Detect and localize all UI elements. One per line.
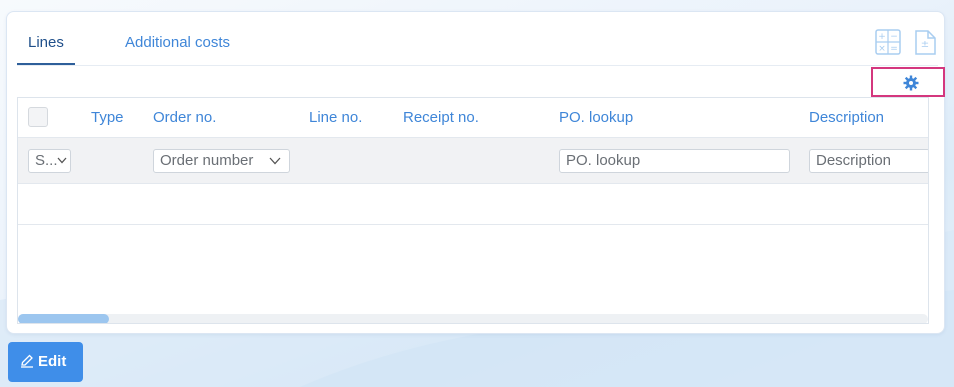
pencil-icon [21,354,33,368]
column-header-description[interactable]: Description [809,109,884,126]
column-header-line-no[interactable]: Line no. [309,109,362,126]
column-header-order-no[interactable]: Order no. [153,109,216,126]
horizontal-scrollbar[interactable] [18,314,928,323]
scrollbar-thumb[interactable] [18,314,109,323]
select-all-checkbox[interactable] [28,107,48,127]
column-header-receipt-no[interactable]: Receipt no. [403,109,479,126]
edit-button-label: Edit [38,353,67,370]
type-filter-value: S... [35,152,58,169]
lines-panel: Lines Additional costs + − × = ± Type Or… [6,11,945,334]
svg-text:−: − [890,32,898,42]
tab-lines[interactable]: Lines [17,34,75,65]
column-header-type[interactable]: Type [91,109,124,126]
lines-grid: Type Order no. Line no. Receipt no. PO. … [17,97,929,324]
chevron-down-icon [57,157,67,164]
gear-icon [903,75,919,91]
svg-text:+: + [878,32,886,42]
table-row [18,184,928,225]
tab-bar: Lines Additional costs + − × = ± [17,12,938,66]
grid-settings-button[interactable] [871,67,945,97]
document-plus-minus-icon[interactable]: ± [913,28,939,56]
order-number-filter-placeholder: Order number [160,152,254,169]
svg-text:±: ± [921,39,929,50]
column-header-po-lookup[interactable]: PO. lookup [559,109,633,126]
po-lookup-filter-input[interactable]: PO. lookup [559,149,790,173]
order-number-filter-select[interactable]: Order number [153,149,290,173]
edit-button[interactable]: Edit [8,342,83,382]
tab-additional-costs[interactable]: Additional costs [125,34,230,51]
calculator-icon[interactable]: + − × = [875,28,901,56]
description-filter-input[interactable]: Description [809,149,928,173]
grid-header-row: Type Order no. Line no. Receipt no. PO. … [18,98,928,138]
grid-filter-row: S... Order number PO. lookup Description [18,138,928,184]
type-filter-select[interactable]: S... [28,149,71,173]
svg-text:×: × [878,44,886,54]
svg-text:=: = [890,44,898,54]
chevron-down-icon [269,157,281,165]
